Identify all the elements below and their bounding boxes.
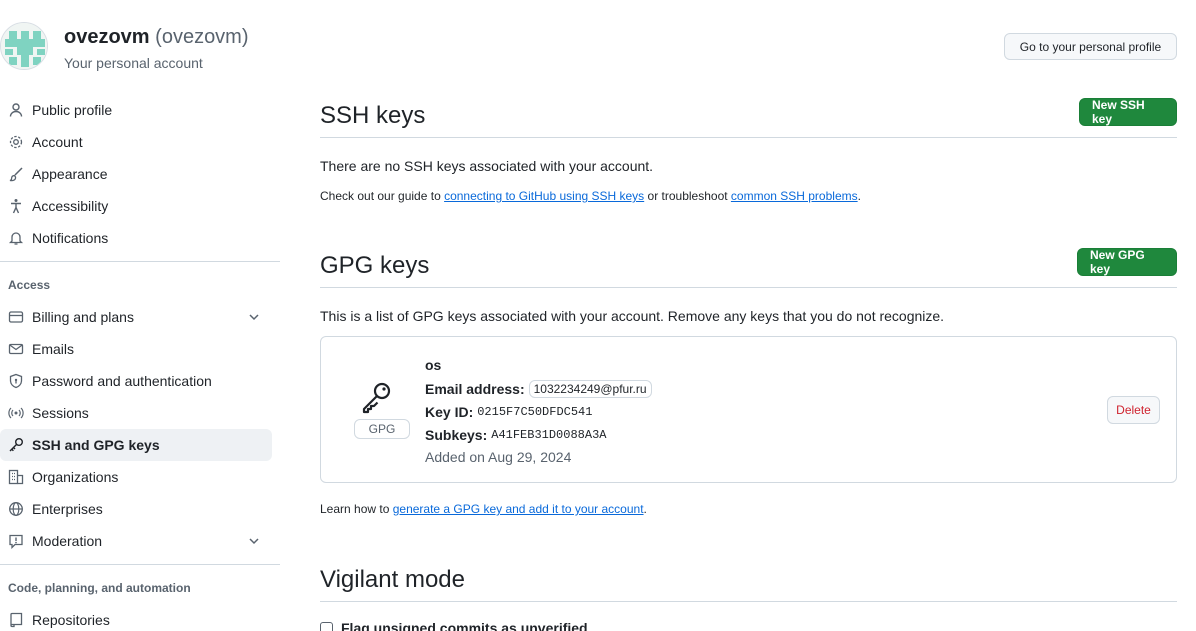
key-type-badge: GPG <box>354 419 410 439</box>
ssh-problems-link[interactable]: common SSH problems <box>731 189 858 203</box>
identicon-image <box>1 23 47 69</box>
gpg-learn-suffix: . <box>643 502 647 516</box>
key-added-date: Added on Aug 29, 2024 <box>425 449 572 465</box>
credit-card-icon <box>8 309 24 325</box>
sidebar-group-code: Code, planning, and automation <box>8 581 191 595</box>
sidebar-item-label: Organizations <box>32 469 119 485</box>
key-subkeys-row: Subkeys: A41FEB31D0088A3A <box>425 423 652 446</box>
key-id-value: 0215F7C50DFDC541 <box>477 404 593 419</box>
sidebar-item-billing[interactable]: Billing and plans <box>0 301 272 333</box>
broadcast-icon <box>8 405 24 421</box>
key-email-value: 1032234249@pfur.ru <box>528 379 652 398</box>
sidebar-item-notifications[interactable]: Notifications <box>0 222 272 254</box>
sidebar-item-public-profile[interactable]: Public profile <box>0 94 272 126</box>
gpg-intro-text: This is a list of GPG keys associated wi… <box>320 308 945 324</box>
sidebar-item-enterprises[interactable]: Enterprises <box>0 493 272 525</box>
organization-icon <box>8 469 24 485</box>
user-name-line: ovezovm (ovezovm) <box>64 26 249 49</box>
sidebar-item-organizations[interactable]: Organizations <box>0 461 272 493</box>
sidebar-divider <box>0 261 280 262</box>
ssh-guide-note: Check out our guide to connecting to Git… <box>320 189 861 203</box>
paintbrush-icon <box>8 166 24 182</box>
ssh-section-title: SSH keys <box>320 102 426 129</box>
key-id-row: Key ID: 0215F7C50DFDC541 <box>425 400 652 423</box>
settings-sidebar: Public profile Account Appearance Access… <box>0 94 280 631</box>
sidebar-item-repositories[interactable]: Repositories <box>0 604 272 631</box>
report-icon <box>8 533 24 549</box>
ssh-empty-text: There are no SSH keys associated with yo… <box>320 158 654 174</box>
delete-key-button[interactable]: Delete <box>1107 396 1160 424</box>
sidebar-item-label: Account <box>32 134 83 150</box>
sidebar-item-label: Repositories <box>32 612 110 628</box>
ssh-section-header: SSH keys New SSH key <box>320 98 1177 138</box>
ssh-guide-middle: or troubleshoot <box>644 189 731 203</box>
ssh-guide-link[interactable]: connecting to GitHub using SSH keys <box>444 189 644 203</box>
sidebar-group-access: Access <box>8 278 51 292</box>
sidebar-item-label: Public profile <box>32 102 113 118</box>
sidebar-item-password[interactable]: Password and authentication <box>0 365 272 397</box>
user-subtitle: Your personal account <box>64 55 203 71</box>
sidebar-item-label: Password and authentication <box>32 373 212 389</box>
sidebar-item-moderation[interactable]: Moderation <box>0 525 272 557</box>
gpg-learn-note: Learn how to generate a GPG key and add … <box>320 502 647 516</box>
sidebar-divider <box>0 564 280 565</box>
gear-icon <box>8 134 24 150</box>
go-to-profile-button[interactable]: Go to your personal profile <box>1004 33 1177 60</box>
key-icon <box>362 382 391 414</box>
repo-icon <box>8 612 24 628</box>
key-name: os <box>425 357 442 373</box>
sidebar-item-label: Appearance <box>32 166 108 182</box>
shield-lock-icon <box>8 373 24 389</box>
sidebar-item-label: Notifications <box>32 230 109 246</box>
gpg-learn-prefix: Learn how to <box>320 502 393 516</box>
flag-unsigned-checkbox[interactable] <box>320 621 333 631</box>
key-icon <box>8 437 24 453</box>
key-email-label: Email address: <box>425 380 525 397</box>
accessibility-icon <box>8 198 24 214</box>
user-login: (ovezovm) <box>155 26 249 48</box>
gpg-learn-link[interactable]: generate a GPG key and add it to your ac… <box>393 502 644 516</box>
sidebar-item-label: Emails <box>32 341 75 357</box>
gpg-section-header: GPG keys New GPG key <box>320 248 1177 288</box>
sidebar-item-accessibility[interactable]: Accessibility <box>0 190 272 222</box>
vigilant-section-title: Vigilant mode <box>320 566 465 593</box>
key-id-label: Key ID: <box>425 403 474 420</box>
bell-icon <box>8 230 24 246</box>
sidebar-item-emails[interactable]: Emails <box>0 333 272 365</box>
sidebar-item-sessions[interactable]: Sessions <box>0 397 272 429</box>
person-icon <box>8 102 24 118</box>
ssh-guide-suffix: . <box>857 189 861 203</box>
key-subkeys-value: A41FEB31D0088A3A <box>491 427 607 442</box>
gpg-section-title: GPG keys <box>320 252 430 279</box>
avatar[interactable] <box>0 22 48 70</box>
sidebar-item-ssh-gpg-keys[interactable]: SSH and GPG keys <box>0 429 272 461</box>
sidebar-item-label: Billing and plans <box>32 309 134 325</box>
sidebar-item-label: Sessions <box>32 405 89 421</box>
new-ssh-key-button[interactable]: New SSH key <box>1079 98 1177 126</box>
sidebar-item-account[interactable]: Account <box>0 126 272 158</box>
user-display-name[interactable]: ovezovm <box>64 26 150 48</box>
key-subkeys-label: Subkeys: <box>425 426 488 443</box>
chevron-down-icon[interactable] <box>246 309 262 325</box>
globe-icon <box>8 501 24 517</box>
gpg-key-card: GPG os Email address: 1032234249@pfur.ru… <box>320 336 1177 483</box>
new-gpg-key-button[interactable]: New GPG key <box>1077 248 1177 276</box>
key-info: os Email address: 1032234249@pfur.ru Key… <box>425 357 652 468</box>
user-header: ovezovm (ovezovm) Your personal account <box>64 26 249 71</box>
sidebar-item-label: Moderation <box>32 533 103 549</box>
ssh-guide-prefix: Check out our guide to <box>320 189 445 203</box>
key-email-row: Email address: 1032234249@pfur.ru <box>425 377 652 400</box>
sidebar-item-label: Accessibility <box>32 198 109 214</box>
sidebar-item-appearance[interactable]: Appearance <box>0 158 272 190</box>
flag-unsigned-label[interactable]: Flag unsigned commits as unverified <box>341 620 588 631</box>
vigilant-section-header: Vigilant mode <box>320 562 1177 602</box>
chevron-down-icon[interactable] <box>246 533 262 549</box>
sidebar-item-label: Enterprises <box>32 501 103 517</box>
mail-icon <box>8 341 24 357</box>
vigilant-checkbox-row: Flag unsigned commits as unverified <box>320 620 588 631</box>
sidebar-item-label: SSH and GPG keys <box>32 437 160 453</box>
